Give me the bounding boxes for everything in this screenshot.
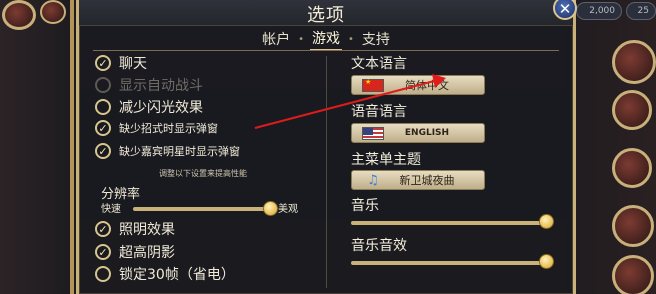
coin-counter[interactable]: 2,000 <box>576 2 622 20</box>
voice-language-label: 语音语言 <box>351 104 407 120</box>
column-divider <box>326 56 327 288</box>
checkbox-checked-icon[interactable]: ✓ <box>95 221 111 237</box>
option-label: 超高阴影 <box>119 245 175 261</box>
option-lighting[interactable]: ✓ 照明效果 <box>95 219 175 239</box>
character-portrait-icon[interactable] <box>612 148 652 188</box>
option-missing-guest-star-popup[interactable]: ✓ 缺少嘉宾明星时显示弹窗 <box>95 143 240 159</box>
resolution-slider[interactable] <box>133 207 271 211</box>
text-language-value: 简体中文 <box>405 79 449 92</box>
resolution-quality-label: 美观 <box>278 204 298 215</box>
option-lock-30fps[interactable]: 锁定30帧（省电） <box>95 264 235 284</box>
tab-separator: • <box>348 33 354 45</box>
voice-language-select[interactable]: ENGLISH <box>351 123 485 143</box>
text-language-select[interactable]: 简体中文 <box>351 75 485 95</box>
sfx-volume-knob[interactable] <box>539 254 554 269</box>
checkbox-unchecked-icon[interactable] <box>95 266 111 282</box>
main-menu-theme-label: 主菜单主题 <box>351 152 421 168</box>
resolution-fast-label: 快速 <box>101 204 121 215</box>
main-menu-theme-select[interactable]: ♫ 新卫城夜曲 <box>351 170 485 190</box>
tab-bar: 帐户 • 游戏 • 支持 <box>79 28 573 51</box>
tab-underline-rule <box>93 50 559 51</box>
option-missing-moves-popup[interactable]: ✓ 缺少招式时显示弹窗 <box>95 120 218 136</box>
checkbox-checked-icon[interactable]: ✓ <box>95 143 111 159</box>
title-bar: 选项 <box>79 0 573 26</box>
coin-count: 2,000 <box>589 6 615 16</box>
music-volume-knob[interactable] <box>539 214 554 229</box>
option-label: 显示自动战斗 <box>119 78 203 94</box>
option-reduce-flash[interactable]: 减少闪光效果 <box>95 97 203 117</box>
checkbox-disabled-icon <box>95 77 111 93</box>
gem-counter[interactable]: 25 <box>626 2 656 20</box>
sfx-volume-slider[interactable] <box>351 261 547 265</box>
dialog-title: 选项 <box>307 5 345 26</box>
music-note-icon: ♫ <box>367 172 379 188</box>
checkbox-checked-icon[interactable]: ✓ <box>95 120 111 136</box>
performance-note: 调整以下设置来提高性能 <box>159 169 247 178</box>
option-show-auto-battle: 显示自动战斗 <box>95 75 203 95</box>
tab-account[interactable]: 帐户 <box>260 29 292 49</box>
option-label: 照明效果 <box>119 222 175 238</box>
flag-china-icon <box>362 78 384 92</box>
checkbox-checked-icon[interactable]: ✓ <box>95 55 111 71</box>
option-label: 缺少嘉宾明星时显示弹窗 <box>119 145 240 158</box>
option-ultra-shadows[interactable]: ✓ 超高阴影 <box>95 242 175 262</box>
option-label: 锁定30帧（省电） <box>119 267 235 283</box>
flag-usa-icon <box>362 126 384 140</box>
tab-game[interactable]: 游戏 <box>310 28 342 51</box>
checkbox-unchecked-icon[interactable] <box>95 99 111 115</box>
tab-support[interactable]: 支持 <box>360 29 392 49</box>
option-chat[interactable]: ✓ 聊天 <box>95 53 147 73</box>
music-volume-slider[interactable] <box>351 221 547 225</box>
character-portrait-icon[interactable] <box>612 205 654 247</box>
frame-edge <box>70 0 74 294</box>
option-label: 减少闪光效果 <box>119 100 203 116</box>
option-label: 聊天 <box>119 56 147 72</box>
portrait-icon[interactable] <box>2 0 36 30</box>
voice-language-value: ENGLISH <box>404 128 450 138</box>
resolution-slider-knob[interactable] <box>263 201 278 216</box>
option-label: 缺少招式时显示弹窗 <box>119 122 218 135</box>
character-portrait-icon[interactable] <box>612 40 656 84</box>
checkbox-checked-icon[interactable]: ✓ <box>95 244 111 260</box>
sfx-label: 音乐音效 <box>351 238 407 254</box>
portrait-icon[interactable] <box>40 0 66 24</box>
text-language-label: 文本语言 <box>351 56 407 72</box>
character-portrait-icon[interactable] <box>612 90 652 130</box>
character-portrait-icon[interactable] <box>612 255 654 294</box>
options-dialog: 选项 帐户 • 游戏 • 支持 ✓ 聊天 显示自动战斗 减少闪光效果 ✓ 缺少招… <box>76 0 576 294</box>
music-label: 音乐 <box>351 198 379 214</box>
background-left-panel <box>0 0 80 294</box>
main-menu-theme-value: 新卫城夜曲 <box>399 174 455 187</box>
gem-count: 25 <box>637 6 649 16</box>
tab-separator: • <box>298 33 304 45</box>
